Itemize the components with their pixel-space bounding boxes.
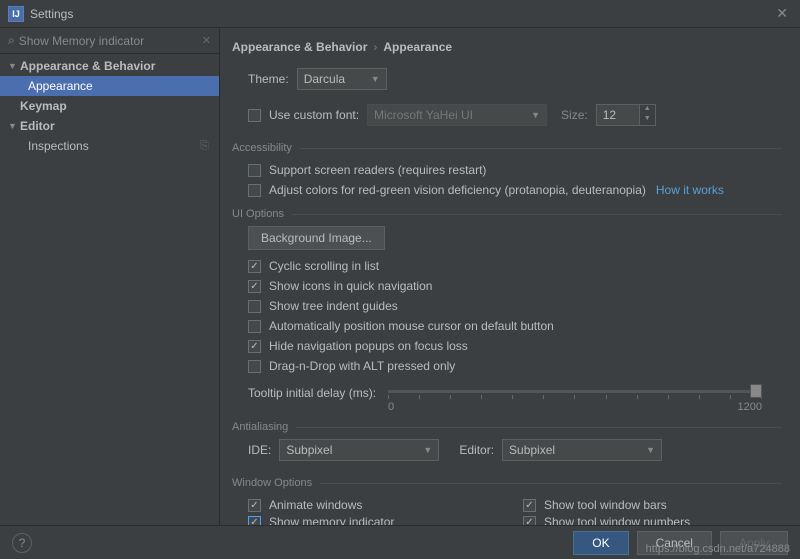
copy-icon: ⎘	[200, 140, 209, 153]
tree-appearance[interactable]: Appearance	[0, 76, 219, 96]
tree-keymap[interactable]: Keymap	[0, 96, 219, 116]
clear-search-icon[interactable]: ✕	[202, 34, 211, 47]
how-it-works-link[interactable]: How it works	[656, 183, 724, 197]
spinner-up-icon[interactable]: ▲	[640, 105, 655, 115]
custom-font-label: Use custom font:	[269, 108, 359, 122]
tool-window-numbers-checkbox[interactable]	[523, 516, 536, 526]
chevron-down-icon: ▼	[646, 445, 655, 455]
tree-appearance-behavior[interactable]: ▼Appearance & Behavior	[0, 56, 219, 76]
search-field[interactable]: ⌕ Show Memory indicator ✕	[0, 28, 219, 54]
titlebar: IJ Settings ✕	[0, 0, 800, 28]
custom-font-checkbox[interactable]	[248, 109, 261, 122]
font-size-spinner[interactable]: 12 ▲▼	[596, 104, 656, 126]
ui-options-header: UI Options	[232, 208, 782, 220]
editor-aa-combo[interactable]: Subpixel▼	[502, 439, 662, 461]
watermark: https://blog.csdn.net/a724888	[646, 543, 790, 555]
background-image-button[interactable]: Background Image...	[248, 226, 385, 250]
tooltip-delay-row: Tooltip initial delay (ms): 01200	[248, 382, 782, 413]
tooltip-delay-slider[interactable]	[388, 390, 762, 393]
chevron-right-icon: ›	[373, 40, 377, 54]
help-button[interactable]: ?	[12, 533, 32, 553]
search-icon: ⌕	[8, 33, 15, 48]
window-options-header: Window Options	[232, 477, 782, 489]
close-icon[interactable]: ✕	[772, 5, 792, 22]
search-text: Show Memory indicator	[19, 34, 202, 48]
breadcrumb: Appearance & Behavior›Appearance	[232, 40, 782, 54]
screen-readers-checkbox[interactable]	[248, 164, 261, 177]
ok-button[interactable]: OK	[573, 531, 628, 555]
size-label: Size:	[561, 108, 588, 122]
animate-windows-checkbox[interactable]	[248, 499, 261, 512]
tree-editor[interactable]: ▼Editor	[0, 116, 219, 136]
theme-label: Theme:	[248, 72, 289, 86]
tree-indent-checkbox[interactable]	[248, 300, 261, 313]
chevron-down-icon: ▼	[531, 110, 540, 120]
slider-thumb[interactable]	[750, 384, 762, 398]
dnd-alt-checkbox[interactable]	[248, 360, 261, 373]
ide-aa-combo[interactable]: Subpixel▼	[279, 439, 439, 461]
window-title: Settings	[30, 7, 772, 21]
hide-popups-checkbox[interactable]	[248, 340, 261, 353]
chevron-down-icon: ▼	[8, 121, 20, 131]
chevron-down-icon: ▼	[8, 61, 20, 71]
cyclic-scrolling-checkbox[interactable]	[248, 260, 261, 273]
settings-tree: ▼Appearance & Behavior Appearance Keymap…	[0, 54, 219, 525]
sidebar: ⌕ Show Memory indicator ✕ ▼Appearance & …	[0, 28, 220, 525]
app-icon: IJ	[8, 6, 24, 22]
icons-quick-nav-checkbox[interactable]	[248, 280, 261, 293]
color-deficiency-checkbox[interactable]	[248, 184, 261, 197]
chevron-down-icon: ▼	[423, 445, 432, 455]
accessibility-header: Accessibility	[232, 142, 782, 154]
theme-combo[interactable]: Darcula▼	[297, 68, 387, 90]
antialiasing-header: Antialiasing	[232, 421, 782, 433]
font-combo[interactable]: Microsoft YaHei UI▼	[367, 104, 547, 126]
spinner-down-icon[interactable]: ▼	[640, 115, 655, 125]
tree-inspections[interactable]: Inspections⎘	[0, 136, 219, 156]
memory-indicator-checkbox[interactable]	[248, 516, 261, 526]
content-panel: Appearance & Behavior›Appearance Theme: …	[220, 28, 800, 525]
auto-cursor-checkbox[interactable]	[248, 320, 261, 333]
tool-window-bars-checkbox[interactable]	[523, 499, 536, 512]
chevron-down-icon: ▼	[371, 74, 380, 84]
